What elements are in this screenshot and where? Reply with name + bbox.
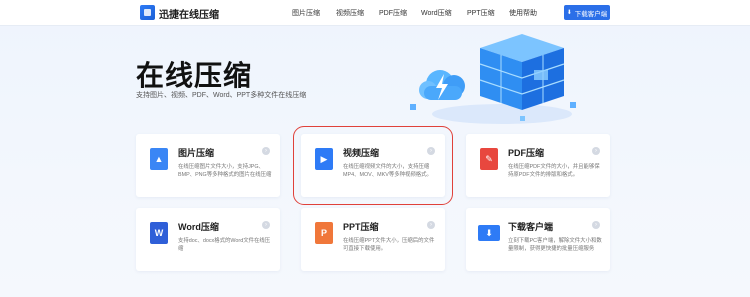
logo-icon[interactable] (140, 5, 155, 20)
card-description: 支持doc、docx格式的Word文件在线压缩 (178, 238, 271, 252)
nav-word-compress[interactable]: Word压缩 (421, 8, 452, 18)
card-image-compress[interactable]: ▲ 图片压缩 在线压缩图片文件大小，支持JPG、BMP、PNG等多种格式的图片在… (136, 134, 280, 197)
nav-pdf-compress[interactable]: PDF压缩 (379, 8, 407, 18)
card-title: 视频压缩 (343, 148, 380, 158)
download-client-label: 下载客户端 (574, 10, 608, 18)
download-icon: ⬇ (566, 10, 572, 16)
page-subtitle: 支持图片、视频、PDF、Word、PPT多种文件在线压缩 (136, 92, 307, 99)
card-description: 在线压缩图片文件大小，支持JPG、BMP、PNG等多种格式的图片在线压缩 (178, 164, 272, 178)
chevron-right-icon: › (262, 221, 270, 229)
top-navigation-bar: 迅捷在线压缩 图片压缩 视频压缩 PDF压缩 Word压缩 PPT压缩 使用帮助… (0, 0, 750, 26)
logo-text[interactable]: 迅捷在线压缩 (159, 6, 219, 21)
card-title: PPT压缩 (343, 222, 379, 232)
nav-ppt-compress[interactable]: PPT压缩 (467, 8, 495, 18)
chevron-right-icon: › (592, 147, 600, 155)
nav-image-compress[interactable]: 图片压缩 (292, 8, 320, 18)
compression-cube-illustration (410, 34, 576, 124)
card-description: 在线压缩视频文件的大小，支持压缩MP4、MOV、MKV等多种视频格式。 (343, 164, 432, 178)
card-description: 在线压缩PPT文件大小，压缩后的文件可直接下载使用。 (343, 238, 435, 252)
card-title: 图片压缩 (178, 148, 215, 158)
card-download-client[interactable]: ⬇ 下载客户端 立刻下载PC客户端，解除文件大小和数量限制，获得更快捷的批量压缩… (466, 208, 610, 271)
video-file-icon: ▶ (315, 148, 333, 170)
pdf-file-icon: ✎ (480, 148, 498, 170)
card-description: 立刻下载PC客户端，解除文件大小和数量限制，获得更快捷的批量压缩服务 (508, 238, 602, 252)
nav-help[interactable]: 使用帮助 (509, 8, 537, 18)
page-title: 在线压缩 (136, 60, 253, 91)
chevron-right-icon: › (262, 147, 270, 155)
card-title: 下载客户端 (508, 222, 554, 232)
card-title: PDF压缩 (508, 148, 545, 158)
nav-video-compress[interactable]: 视频压缩 (336, 8, 364, 18)
card-pdf-compress[interactable]: ✎ PDF压缩 在线压缩PDF文件的大小，并且能够保持原PDF文件的排版和格式。… (466, 134, 610, 197)
card-word-compress[interactable]: W Word压缩 支持doc、docx格式的Word文件在线压缩 › (136, 208, 280, 271)
card-description: 在线压缩PDF文件的大小，并且能够保持原PDF文件的排版和格式。 (508, 164, 600, 178)
ppt-file-icon: P (315, 222, 333, 244)
card-video-compress[interactable]: ▶ 视频压缩 在线压缩视频文件的大小，支持压缩MP4、MOV、MKV等多种视频格… (293, 126, 453, 205)
chevron-right-icon: › (427, 147, 435, 155)
download-client-button[interactable]: ⬇ 下载客户端 (564, 5, 610, 20)
image-file-icon: ▲ (150, 148, 168, 170)
card-title: Word压缩 (178, 222, 219, 232)
card-ppt-compress[interactable]: P PPT压缩 在线压缩PPT文件大小，压缩后的文件可直接下载使用。 › (301, 208, 445, 271)
chevron-right-icon: › (592, 221, 600, 229)
word-file-icon: W (150, 222, 168, 244)
monitor-download-icon: ⬇ (478, 225, 500, 241)
chevron-right-icon: › (427, 221, 435, 229)
